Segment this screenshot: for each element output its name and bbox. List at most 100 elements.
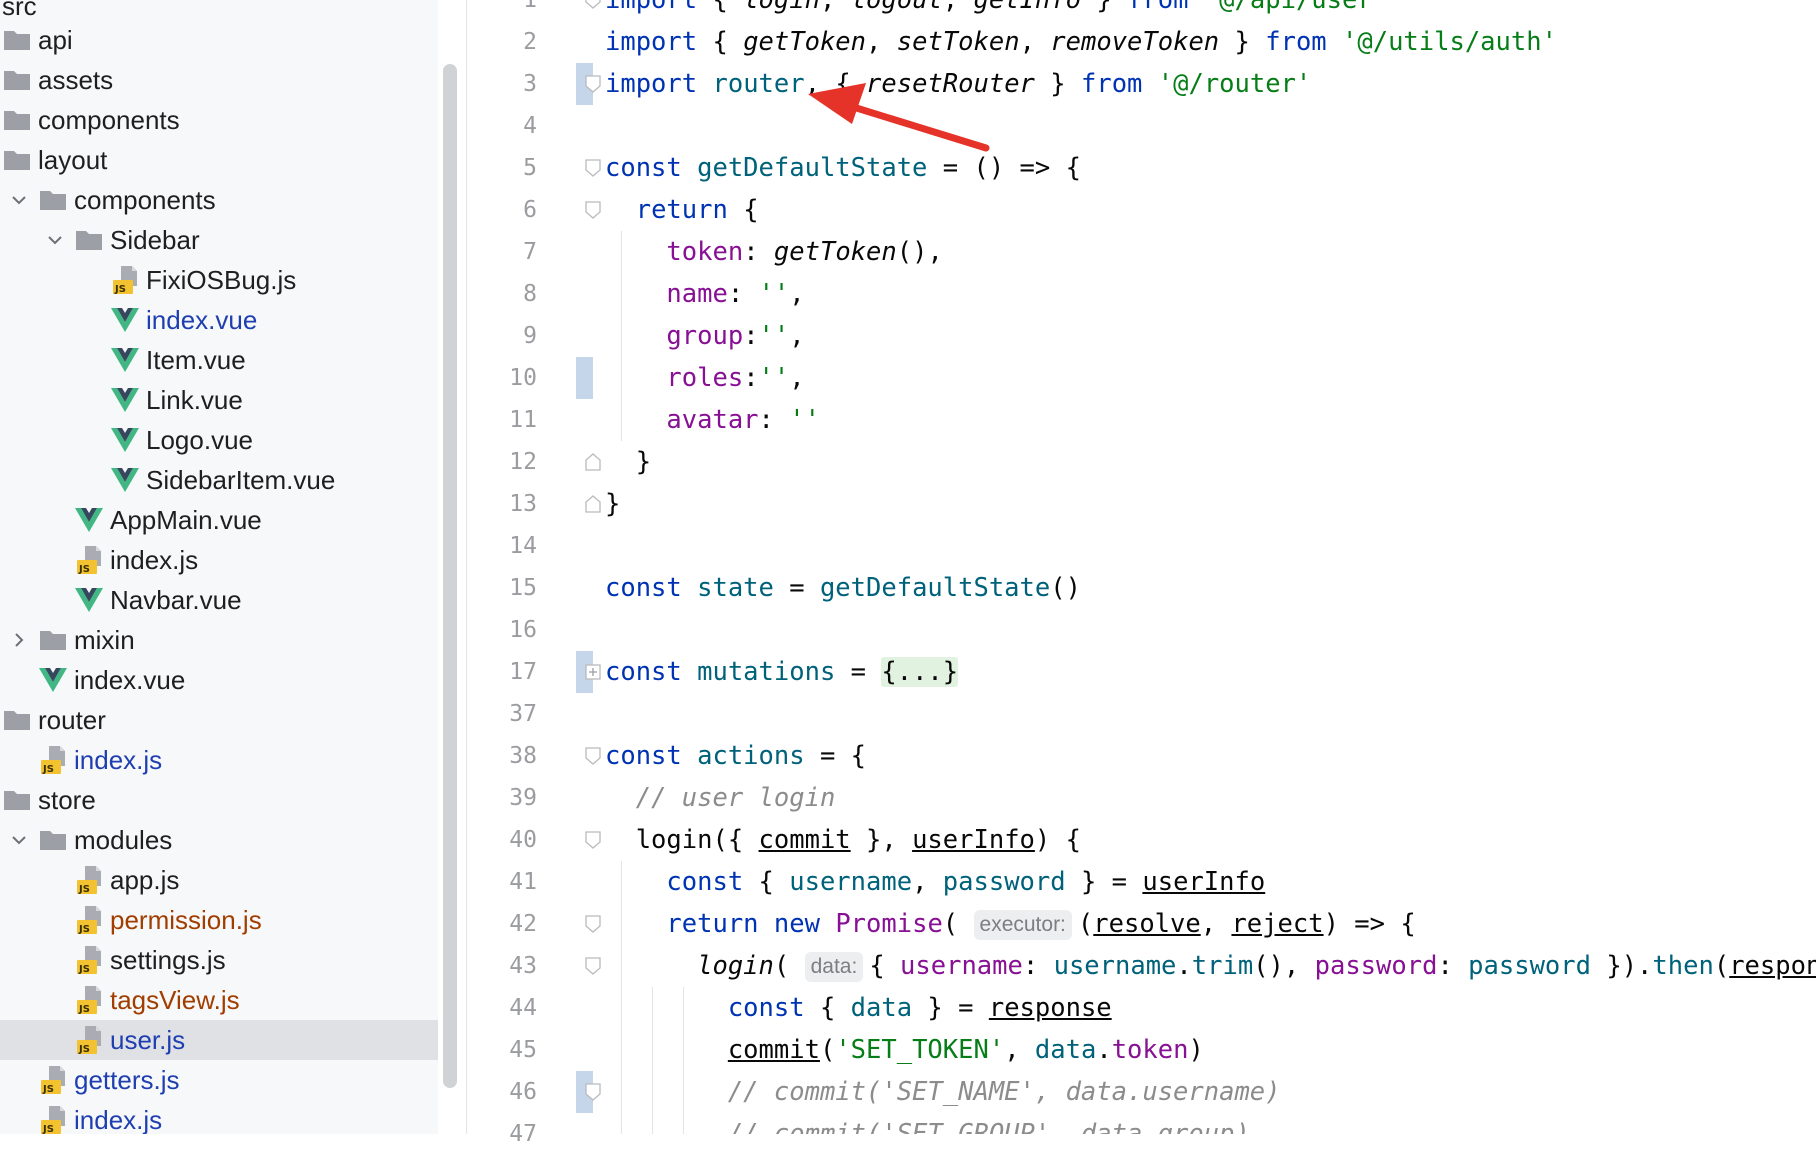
code-token: import — [605, 0, 698, 15]
tree-item[interactable]: JS settings.js — [0, 940, 438, 980]
code-line[interactable]: import { login, logout, getInfo } from '… — [605, 0, 1388, 21]
code-line[interactable]: import router, { resetRouter } from '@/r… — [605, 63, 1311, 105]
tree-item[interactable]: api — [0, 20, 438, 60]
code-token: from — [1127, 0, 1189, 15]
chevron-down-icon[interactable] — [8, 189, 30, 211]
tree-item[interactable]: index.vue — [0, 660, 438, 700]
code-editor[interactable]: import { login, logout, getInfo } from '… — [605, 0, 1816, 1134]
tree-item[interactable]: SidebarItem.vue — [0, 460, 438, 500]
code-line[interactable]: roles:'', — [605, 357, 805, 399]
code-line[interactable]: return { — [605, 189, 759, 231]
tree-item[interactable]: index.vue — [0, 300, 438, 340]
tree-item-label: index.js — [110, 544, 199, 575]
tree-item[interactable]: router — [0, 700, 438, 740]
code-token: login({ — [605, 825, 759, 855]
code-token: : — [743, 321, 759, 351]
tree-item[interactable]: JS index.js — [0, 740, 438, 780]
code-line[interactable]: } — [605, 483, 620, 525]
code-line[interactable]: const state = getDefaultState() — [605, 567, 1081, 609]
js-file-icon: JS — [110, 265, 140, 295]
tree-item[interactable]: mixin — [0, 620, 438, 660]
fold-icon[interactable] — [585, 201, 601, 219]
code-line[interactable]: // commit('SET_GROUP', data.group) — [605, 1113, 1250, 1134]
code-line[interactable]: return new Promise( executor: (resolve, r… — [605, 903, 1416, 945]
code-token: const — [605, 741, 682, 771]
fold-icon[interactable] — [585, 957, 601, 975]
tree-item[interactable]: Logo.vue — [0, 420, 438, 460]
code-token: () — [1050, 573, 1081, 603]
tree-item[interactable]: JS app.js — [0, 860, 438, 900]
tree-item[interactable]: Item.vue — [0, 340, 438, 380]
fold-icon[interactable] — [585, 453, 601, 471]
tree-item[interactable]: JS getters.js — [0, 1060, 438, 1100]
code-line[interactable]: login( data:{ username: username.trim(),… — [605, 945, 1816, 987]
line-number: 7 — [523, 239, 537, 265]
tree-item[interactable]: layout — [0, 140, 438, 180]
tree-scrollbar[interactable] — [443, 64, 457, 1088]
tree-item-label: index.js — [74, 1104, 163, 1135]
tree-item[interactable]: JS index.js — [0, 540, 438, 580]
code-token: ) { — [1034, 825, 1081, 855]
code-token: , — [1004, 1035, 1035, 1065]
code-token: , — [789, 363, 805, 393]
code-token: getDefaultState — [819, 573, 1051, 603]
fold-icon[interactable] — [585, 75, 601, 93]
tree-item[interactable]: Link.vue — [0, 380, 438, 420]
code-line[interactable]: name: '', — [605, 273, 804, 315]
tree-item[interactable]: modules — [0, 820, 438, 860]
fold-icon[interactable] — [585, 831, 601, 849]
code-line[interactable]: const actions = { — [605, 735, 866, 777]
code-line[interactable]: const { data } = response — [605, 987, 1112, 1029]
code-token: (), — [896, 237, 943, 267]
code-line[interactable]: login({ commit }, userInfo) { — [605, 819, 1081, 861]
change-marker[interactable] — [576, 357, 593, 399]
tree-item-label: index.vue — [74, 664, 186, 695]
fold-icon[interactable] — [585, 1083, 601, 1101]
code-line[interactable]: } — [605, 441, 651, 483]
code-token: data — [1034, 1035, 1097, 1065]
tree-item[interactable]: JS user.js — [0, 1020, 438, 1060]
code-token: , { — [804, 69, 867, 99]
code-line[interactable]: token: getToken(), — [605, 231, 943, 273]
expand-fold-icon[interactable] — [585, 663, 601, 681]
chevron-right-icon[interactable] — [8, 629, 30, 651]
code-line[interactable]: avatar: '' — [605, 399, 820, 441]
tree-item[interactable]: Sidebar — [0, 220, 438, 260]
tree-item[interactable]: components — [0, 100, 438, 140]
code-token: trim — [1191, 951, 1254, 981]
fold-icon[interactable] — [585, 495, 601, 513]
chevron-down-icon[interactable] — [44, 229, 66, 251]
tree-item[interactable]: components — [0, 180, 438, 220]
tree-item[interactable]: AppMain.vue — [0, 500, 438, 540]
js-file-icon: JS — [74, 985, 104, 1015]
code-token: : — [758, 405, 790, 435]
code-line[interactable]: const mutations = {...} — [605, 651, 959, 693]
tree-item[interactable]: Navbar.vue — [0, 580, 438, 620]
tree-item[interactable]: JS tagsView.js — [0, 980, 438, 1020]
code-token: : — [727, 279, 759, 309]
chevron-down-icon[interactable] — [8, 829, 30, 851]
tree-item[interactable]: assets — [0, 60, 438, 100]
code-line[interactable]: // user login — [605, 777, 836, 819]
indent-guide — [620, 861, 622, 1134]
code-line[interactable]: import { getToken, setToken, removeToken… — [605, 21, 1557, 63]
code-line[interactable]: // commit('SET_NAME', data.username) — [605, 1071, 1281, 1113]
fold-icon[interactable] — [585, 159, 601, 177]
code-line[interactable]: group:'', — [605, 315, 804, 357]
tree-item[interactable]: JS FixiOSBug.js — [0, 260, 438, 300]
code-token: = — [773, 573, 820, 603]
fold-icon[interactable] — [585, 915, 601, 933]
tree-item[interactable]: store — [0, 780, 438, 820]
code-token: password — [1314, 951, 1438, 981]
tree-item[interactable]: JS index.js — [0, 1100, 438, 1134]
code-line[interactable]: commit('SET_TOKEN', data.token) — [605, 1029, 1204, 1071]
fold-icon[interactable] — [585, 0, 601, 9]
tree-item[interactable]: JS permission.js — [0, 900, 438, 940]
fold-icon[interactable] — [585, 747, 601, 765]
code-line[interactable]: const { username, password } = userInfo — [605, 861, 1265, 903]
code-line[interactable]: const getDefaultState = () => { — [605, 147, 1081, 189]
